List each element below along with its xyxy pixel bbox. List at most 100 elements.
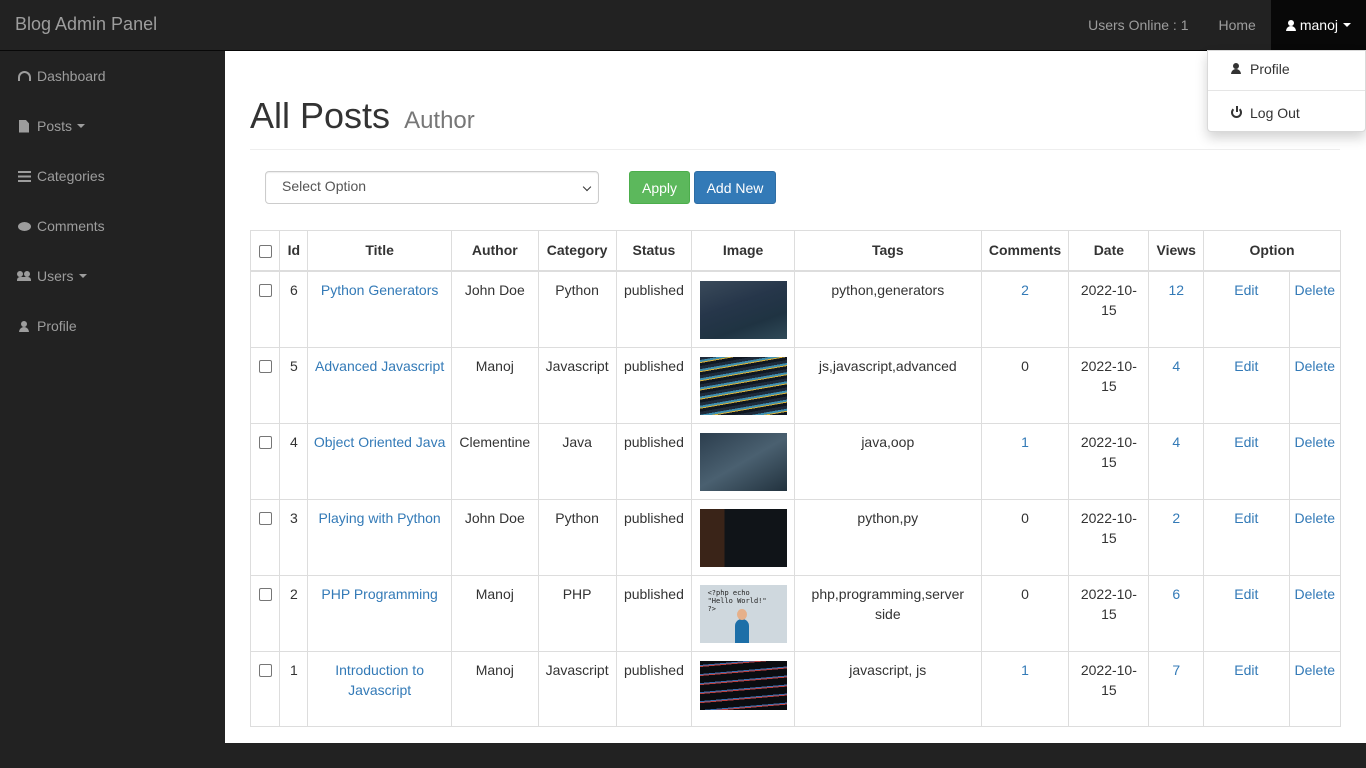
- cell-status: published: [615, 498, 693, 576]
- delete-link[interactable]: Delete: [1295, 434, 1335, 450]
- cell-comments: 0: [980, 498, 1070, 576]
- sidebar-item-comments[interactable]: Comments: [0, 201, 225, 251]
- table-row: 1 Introduction to Javascript Manoj Javas…: [249, 650, 1342, 727]
- cell-status: published: [615, 346, 693, 424]
- select-all-checkbox[interactable]: [258, 245, 272, 259]
- table-row: 3 Playing with Python John Doe Python pu…: [249, 498, 1342, 576]
- table-row: 2 PHP Programming Manoj PHP published <?…: [249, 574, 1342, 652]
- views-count-link[interactable]: 12: [1168, 282, 1184, 298]
- sidebar-item-label: Dashboard: [37, 68, 106, 84]
- cell-category: Python: [537, 270, 617, 348]
- comments-icon: [17, 221, 31, 231]
- bulk-select-value: Select Option: [282, 178, 367, 194]
- views-count-link[interactable]: 4: [1172, 358, 1180, 374]
- sidebar-item-dashboard[interactable]: Dashboard: [0, 51, 225, 101]
- delete-link[interactable]: Delete: [1295, 358, 1335, 374]
- post-title-link[interactable]: Introduction to Javascript: [335, 662, 424, 698]
- delete-link[interactable]: Delete: [1295, 586, 1335, 602]
- views-count-link[interactable]: 6: [1172, 586, 1180, 602]
- post-title-link[interactable]: Object Oriented Java: [314, 434, 446, 450]
- caret-down-icon: [1343, 23, 1351, 27]
- select-all-cell: [249, 230, 281, 272]
- sidebar-item-label: Comments: [37, 218, 105, 234]
- views-count-link[interactable]: 7: [1172, 662, 1180, 678]
- row-checkbox[interactable]: [258, 283, 272, 297]
- row-checkbox[interactable]: [258, 511, 272, 525]
- cell-date: 2022-10-15: [1068, 574, 1150, 652]
- delete-link[interactable]: Delete: [1295, 282, 1335, 298]
- top-navbar: Blog Admin Panel Users Online : 1 Home m…: [0, 0, 1366, 51]
- sidebar-item-label: Posts: [37, 118, 73, 134]
- col-header-image: Image: [691, 230, 795, 272]
- edit-link[interactable]: Edit: [1234, 434, 1258, 450]
- dropdown-item-profile[interactable]: Profile: [1208, 51, 1365, 86]
- brand-title[interactable]: Blog Admin Panel: [15, 14, 157, 35]
- col-header-option: Option: [1203, 230, 1341, 272]
- edit-link[interactable]: Edit: [1234, 282, 1258, 298]
- edit-link[interactable]: Edit: [1234, 358, 1258, 374]
- row-checkbox[interactable]: [258, 587, 272, 601]
- comments-count-link[interactable]: 1: [1021, 434, 1029, 450]
- sidebar-nav: Dashboard Posts Categories Comments User…: [0, 51, 225, 351]
- cell-tags: javascript, js: [793, 650, 982, 727]
- col-header-author: Author: [450, 230, 539, 272]
- sidebar-item-profile[interactable]: Profile: [0, 301, 225, 351]
- cell-status: published: [615, 650, 693, 727]
- person-figure: [734, 618, 749, 643]
- cell-tags: js,javascript,advanced: [793, 346, 982, 424]
- page-title: All Posts Author: [250, 96, 1340, 141]
- caret-down-icon: [78, 274, 87, 278]
- edit-link[interactable]: Edit: [1234, 510, 1258, 526]
- sidebar-item-categories[interactable]: Categories: [0, 151, 225, 201]
- cell-id: 1: [279, 650, 309, 727]
- footer-strip: [0, 743, 1366, 768]
- col-header-title: Title: [307, 230, 452, 272]
- post-thumbnail: [699, 280, 787, 339]
- col-header-date: Date: [1068, 230, 1150, 272]
- cell-date: 2022-10-15: [1068, 270, 1150, 348]
- dropdown-logout-label: Log Out: [1250, 104, 1300, 121]
- cell-date: 2022-10-15: [1068, 498, 1150, 576]
- table-row: 4 Object Oriented Java Clementine Java p…: [249, 422, 1342, 500]
- delete-link[interactable]: Delete: [1295, 662, 1335, 678]
- dropdown-item-logout[interactable]: Log Out: [1208, 95, 1365, 130]
- cell-tags: python,py: [793, 498, 982, 576]
- post-title-link[interactable]: Advanced Javascript: [315, 358, 444, 374]
- home-link[interactable]: Home: [1204, 0, 1271, 50]
- views-count-link[interactable]: 2: [1172, 510, 1180, 526]
- cell-author: John Doe: [450, 498, 539, 576]
- cell-id: 2: [279, 574, 309, 652]
- row-checkbox[interactable]: [258, 663, 272, 677]
- col-header-tags: Tags: [793, 230, 982, 272]
- edit-link[interactable]: Edit: [1234, 662, 1258, 678]
- cell-id: 4: [279, 422, 309, 500]
- user-menu-toggle[interactable]: manoj: [1270, 0, 1366, 50]
- post-title-link[interactable]: PHP Programming: [321, 586, 437, 602]
- post-title-link[interactable]: Playing with Python: [319, 510, 441, 526]
- views-count-link[interactable]: 4: [1172, 434, 1180, 450]
- post-thumbnail: [699, 660, 787, 710]
- table-row: 6 Python Generators John Doe Python publ…: [249, 270, 1342, 348]
- edit-link[interactable]: Edit: [1234, 586, 1258, 602]
- row-checkbox[interactable]: [258, 435, 272, 449]
- apply-button[interactable]: Apply: [629, 171, 690, 204]
- sidebar-item-users[interactable]: Users: [0, 251, 225, 301]
- sidebar-item-posts[interactable]: Posts: [0, 101, 225, 151]
- comments-count-link[interactable]: 2: [1021, 282, 1029, 298]
- post-thumbnail: [699, 356, 787, 415]
- cell-category: Java: [537, 422, 617, 500]
- col-header-comments: Comments: [980, 230, 1070, 272]
- navbar-right: Users Online : 1 Home manoj: [1073, 0, 1366, 50]
- sidebar-item-label: Users: [37, 268, 74, 284]
- add-new-button[interactable]: Add New: [694, 171, 776, 204]
- comments-count-link[interactable]: 1: [1021, 662, 1029, 678]
- delete-link[interactable]: Delete: [1295, 510, 1335, 526]
- person-head: [736, 608, 747, 620]
- thumbnail-code-text: <?php echo "Hello World!" ?>: [707, 588, 767, 613]
- cell-author: John Doe: [450, 270, 539, 348]
- post-title-link[interactable]: Python Generators: [321, 282, 439, 298]
- row-checkbox[interactable]: [258, 359, 272, 373]
- cell-category: PHP: [537, 574, 617, 652]
- bulk-action-select[interactable]: Select Option: [265, 171, 599, 204]
- dropdown-divider: [1208, 90, 1365, 91]
